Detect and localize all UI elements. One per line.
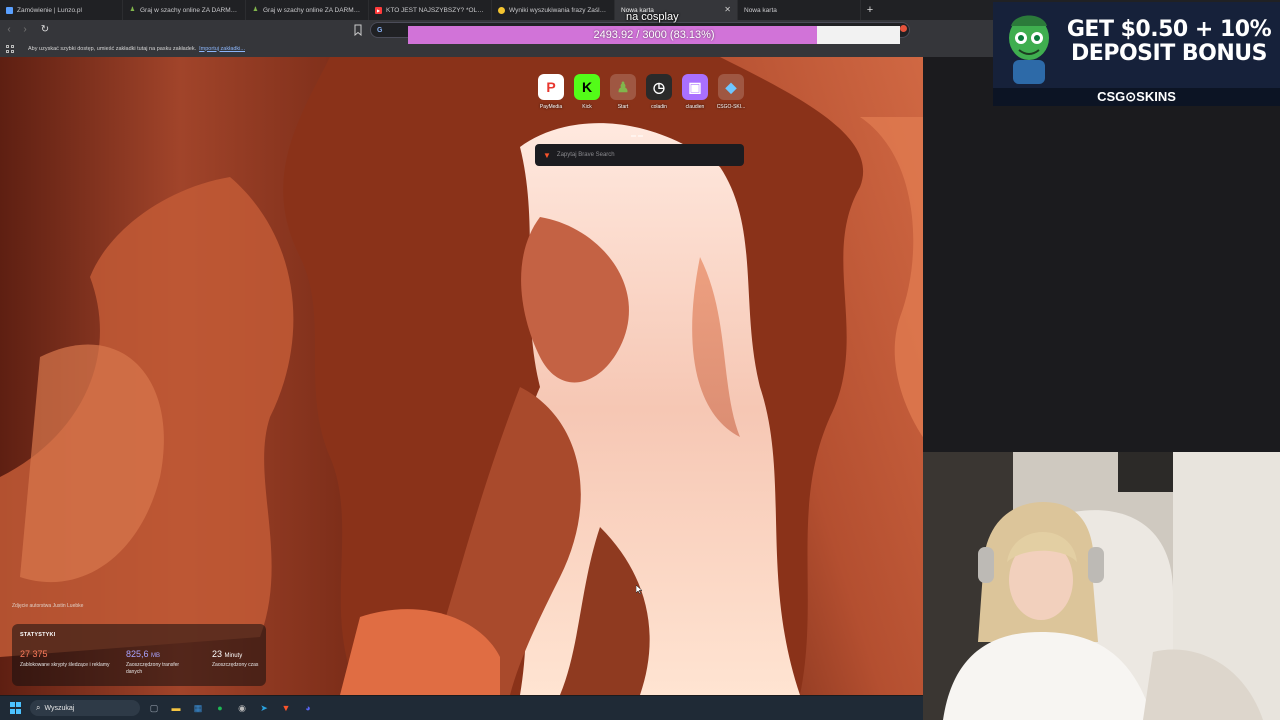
stat-label: Zaoszczędzony transfer danych [126, 662, 180, 675]
tab-title: Wyniki wyszukiwania frazy Zaślacz... [509, 6, 608, 14]
mascot-image [1009, 15, 1049, 84]
chess-icon: ♟ [610, 74, 636, 100]
mouse-cursor-icon [636, 585, 642, 594]
tab-6[interactable]: Nowa karta [738, 0, 861, 20]
search-icon: ⌕ [36, 703, 41, 712]
donation-progress-text: 2493.92 / 3000 (83.13%) [593, 29, 715, 41]
search-placeholder: Zapytaj Brave Search [556, 152, 615, 158]
canyon-photo [0, 57, 923, 695]
tab-2[interactable]: ♟ Graj w szachy online ZA DARMO - ... [246, 0, 369, 20]
ad-headline: GET $0.50 + 10% DEPOSIT BONUS [1063, 18, 1275, 66]
spotify-icon[interactable]: ● [212, 700, 228, 716]
donation-progress-bar: 2493.92 / 3000 (83.13%) [408, 26, 900, 44]
lunzo-icon [6, 6, 13, 14]
shortcut-claudien[interactable]: ▣ claudien [677, 74, 713, 118]
sponsor-banner: GET $0.50 + 10% DEPOSIT BONUS CSG⊙SKINS [993, 2, 1280, 106]
timer-icon: ◷ [646, 74, 672, 100]
ad-headline-line: DEPOSIT BONUS [1071, 41, 1267, 66]
stat-label: Zaoszczędzony czas [212, 662, 259, 668]
shortcut-kick[interactable]: K Kick [569, 74, 605, 118]
tab-title: Graj w szachy online ZA DARMO - ... [140, 6, 239, 14]
shortcut-label: Kick [582, 104, 592, 110]
stat-value: 23 [212, 649, 223, 659]
tab-title: Zamówienie | Lunzo.pl [17, 6, 82, 14]
tab-title: Nowa karta [744, 6, 777, 14]
brave-lion-icon: ▼ [543, 150, 551, 160]
kick-icon: K [574, 74, 600, 100]
stat-label: Zablokowane skrypty śledzące i reklamy [20, 662, 110, 668]
brave-search-box[interactable]: ▼ Zapytaj Brave Search [535, 144, 744, 166]
google-icon: G [377, 26, 383, 34]
streamer-camera-image [923, 452, 1280, 720]
taskbar-search-label: Wyszukaj [44, 704, 75, 712]
chess-icon: ♟ [129, 6, 136, 13]
search-result-icon [498, 6, 505, 14]
donation-goal-label: na cosplay [626, 11, 679, 23]
ad-headline-line: GET $0.50 + 10% [1066, 17, 1272, 42]
reload-icon[interactable]: ↻ [38, 23, 52, 37]
ad-brand: CSG⊙SKINS [1097, 89, 1176, 104]
back-icon[interactable]: ‹ [2, 23, 16, 37]
paymedia-icon: P [538, 74, 564, 100]
tab-3[interactable]: ▶ KTO JEST NAJSZYBSZY? *OLIMPIAD... [369, 0, 492, 20]
tab-title: Graj w szachy online ZA DARMO - ... [263, 6, 362, 14]
shortcut-csgo-skins[interactable]: ◆ CSGO-SKI... [713, 74, 749, 118]
telegram-icon[interactable]: ➤ [256, 700, 272, 716]
youtube-icon: ▶ [375, 6, 382, 14]
stat-bandwidth: 825,6 MB Zaoszczędzony transfer danych [126, 649, 196, 676]
new-tab-button[interactable]: + [861, 4, 879, 16]
forward-icon[interactable]: › [18, 23, 32, 37]
taskbar-search[interactable]: ⌕ Wyszukaj [30, 700, 140, 716]
shortcut-label: coladin [651, 104, 667, 110]
shortcut-coladin[interactable]: ◷ coladin [641, 74, 677, 118]
new-tab-wallpaper [0, 57, 923, 695]
shortcut-label: Start [617, 104, 629, 110]
shortcut-label: PayMedia [539, 104, 563, 110]
screen: Zamówienie | Lunzo.pl ♟ Graj w szachy onl… [0, 0, 1280, 720]
shortcut-label: claudien [685, 104, 705, 110]
obs-icon[interactable]: ◉ [234, 700, 250, 716]
close-tab-icon[interactable]: ✕ [724, 5, 731, 14]
bookmark-icon[interactable] [353, 24, 363, 36]
task-view-icon[interactable]: ▢ [146, 700, 162, 716]
discord-icon[interactable]: ◕ [300, 700, 316, 716]
top-sites: P PayMedia K Kick ♟ Start ◷ coladin ▣ claudie… [533, 74, 749, 118]
tab-0[interactable]: Zamówienie | Lunzo.pl [0, 0, 123, 20]
shortcut-start[interactable]: ♟ Start [605, 74, 641, 118]
bookmark-hint: Aby uzyskać szybki dostęp, umieść zakład… [28, 45, 197, 52]
chess-icon: ♟ [252, 6, 259, 13]
tab-1[interactable]: ♟ Graj w szachy online ZA DARMO - ... [123, 0, 246, 20]
twitch-icon: ▣ [682, 74, 708, 100]
shortcut-paymedia[interactable]: P PayMedia [533, 74, 569, 118]
webcam-feed [923, 452, 1280, 720]
brave-shields-badge[interactable] [900, 25, 907, 32]
import-bookmarks-link[interactable]: Importuj zakładki... [199, 46, 245, 52]
tab-title: KTO JEST NAJSZYBSZY? *OLIMPIAD... [386, 6, 485, 14]
stat-unit: Minuty [224, 653, 243, 659]
stats-title: STATYSTYKI [20, 632, 56, 638]
shortcut-label: CSGO-SKI... [716, 104, 746, 110]
stat-value: 27 375 [20, 649, 48, 659]
csgo-skins-icon: ◆ [718, 74, 744, 100]
windows-taskbar: ⌕ Wyszukaj ▢ ▬ ▦ ● ◉ ➤ ▼ ◕ [0, 696, 923, 720]
stat-value: 825,6 [126, 649, 149, 659]
stat-trackers: 27 375 Zablokowane skrypty śledzące i re… [20, 649, 110, 669]
photo-credit: Zdjęcie autorstwa Justin Luebke [12, 603, 84, 609]
file-explorer-icon[interactable]: ▬ [168, 700, 184, 716]
top-sites-pager[interactable] [631, 124, 647, 137]
brave-stats-widget: STATYSTYKI 27 375 Zablokowane skrypty śl… [12, 624, 266, 686]
apps-icon[interactable] [6, 44, 14, 53]
store-icon[interactable]: ▦ [190, 700, 206, 716]
windows-start-icon[interactable] [10, 702, 22, 714]
brave-icon[interactable]: ▼ [278, 700, 294, 716]
stat-unit: MB [151, 653, 161, 659]
tab-4[interactable]: Wyniki wyszukiwania frazy Zaślacz... [492, 0, 615, 20]
stat-time: 23 Minuty Zaoszczędzony czas [212, 649, 262, 669]
